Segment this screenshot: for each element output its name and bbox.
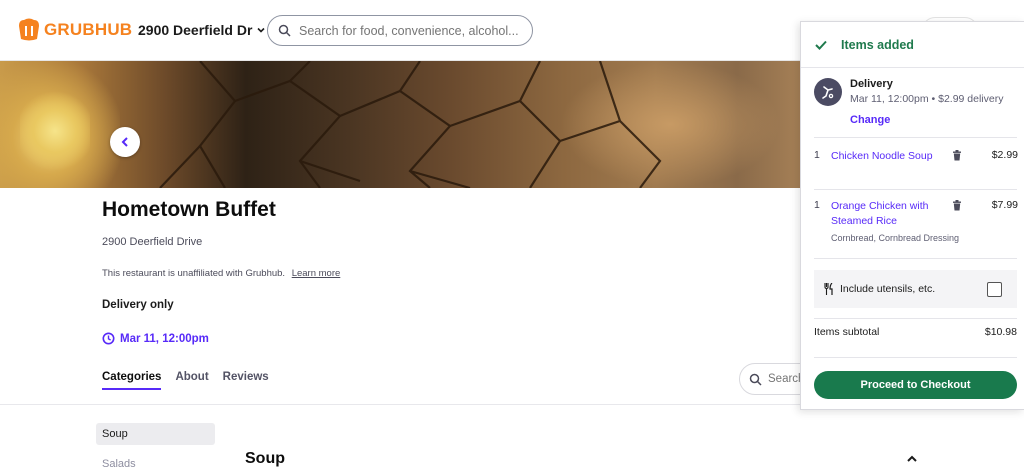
scheduled-time-selector[interactable]: Mar 11, 12:00pm xyxy=(102,332,209,345)
cart-subtotal-row: Items subtotal $10.98 xyxy=(814,326,1017,338)
tab-about[interactable]: About xyxy=(175,371,208,390)
cart-item-modifiers: Cornbread, Cornbread Dressing xyxy=(831,233,960,243)
checkmark-icon xyxy=(815,40,827,50)
cart-divider xyxy=(814,318,1017,319)
tab-reviews[interactable]: Reviews xyxy=(223,371,269,390)
trash-icon[interactable] xyxy=(952,150,962,161)
delivery-label: Delivery xyxy=(850,78,893,90)
grubhub-logo-icon xyxy=(19,18,39,41)
change-delivery-link[interactable]: Change xyxy=(850,114,1003,126)
cart-popover: Items added Delivery Mar 11, 12:00pm • $… xyxy=(800,21,1024,410)
chevron-down-icon xyxy=(257,27,265,33)
category-item-soup[interactable]: Soup xyxy=(96,423,215,445)
cart-header: Items added xyxy=(801,22,1024,68)
cart-status-text: Items added xyxy=(841,37,914,52)
global-search-input[interactable] xyxy=(299,23,519,38)
fork-knife-icon xyxy=(824,283,833,295)
proceed-to-checkout-button[interactable]: Proceed to Checkout xyxy=(814,371,1017,399)
cart-item-name[interactable]: Orange Chicken with Steamed Rice xyxy=(831,199,946,229)
learn-more-link[interactable]: Learn more xyxy=(292,268,341,279)
subtotal-label: Items subtotal xyxy=(814,326,880,338)
cart-item: 1 Chicken Noodle Soup $2.99 xyxy=(814,149,1018,185)
brand-wordmark: GRUBHUB xyxy=(44,20,133,39)
utensils-label: Include utensils, etc. xyxy=(840,283,936,295)
restaurant-name: Hometown Buffet xyxy=(102,198,276,221)
cart-item: 1 Orange Chicken with Steamed Rice $7.99… xyxy=(814,199,1018,249)
menu-section-title: Soup xyxy=(245,450,285,467)
delivery-address-label: 2900 Deerfield Dr xyxy=(138,22,253,38)
back-button[interactable] xyxy=(110,127,140,157)
category-item-salads[interactable]: Salads xyxy=(96,453,215,468)
utensils-checkbox[interactable] xyxy=(987,282,1002,297)
delivery-scooter-icon xyxy=(814,78,842,106)
global-search-bar[interactable] xyxy=(267,15,533,46)
cart-divider xyxy=(814,258,1017,259)
cart-item-price: $2.99 xyxy=(991,149,1018,161)
restaurant-address: 2900 Deerfield Drive xyxy=(102,236,203,248)
unaffiliated-text: This restaurant is unaffiliated with Gru… xyxy=(102,268,286,279)
chevron-up-icon[interactable] xyxy=(905,454,919,464)
utensils-option[interactable]: Include utensils, etc. xyxy=(814,270,1017,308)
tab-categories[interactable]: Categories xyxy=(102,371,162,390)
search-icon xyxy=(278,24,291,37)
cart-item-qty: 1 xyxy=(814,149,820,161)
category-list: Soup Salads xyxy=(96,423,215,468)
search-icon xyxy=(749,373,762,386)
clock-icon xyxy=(102,332,115,345)
scheduled-time-label: Mar 11, 12:00pm xyxy=(120,332,209,345)
trash-icon[interactable] xyxy=(952,200,962,211)
delivery-mode-label: Delivery only xyxy=(102,299,174,311)
cart-divider xyxy=(814,189,1017,190)
chevron-left-icon xyxy=(121,137,128,147)
grubhub-logo[interactable]: GRUBHUB xyxy=(17,15,132,45)
cart-delivery-info: Delivery Mar 11, 12:00pm • $2.99 deliver… xyxy=(814,78,1003,126)
unaffiliated-notice: This restaurant is unaffiliated with Gru… xyxy=(102,268,340,279)
delivery-detail: Mar 11, 12:00pm • $2.99 delivery xyxy=(850,93,1004,105)
restaurant-tabs: Categories About Reviews xyxy=(102,371,269,390)
cart-divider xyxy=(814,357,1017,358)
cart-divider xyxy=(814,137,1017,138)
cart-item-name[interactable]: Chicken Noodle Soup xyxy=(831,149,946,164)
cart-item-qty: 1 xyxy=(814,199,820,211)
delivery-address-selector[interactable]: 2900 Deerfield Dr xyxy=(138,22,266,38)
cart-item-price: $7.99 xyxy=(991,199,1018,211)
subtotal-value: $10.98 xyxy=(984,326,1017,338)
